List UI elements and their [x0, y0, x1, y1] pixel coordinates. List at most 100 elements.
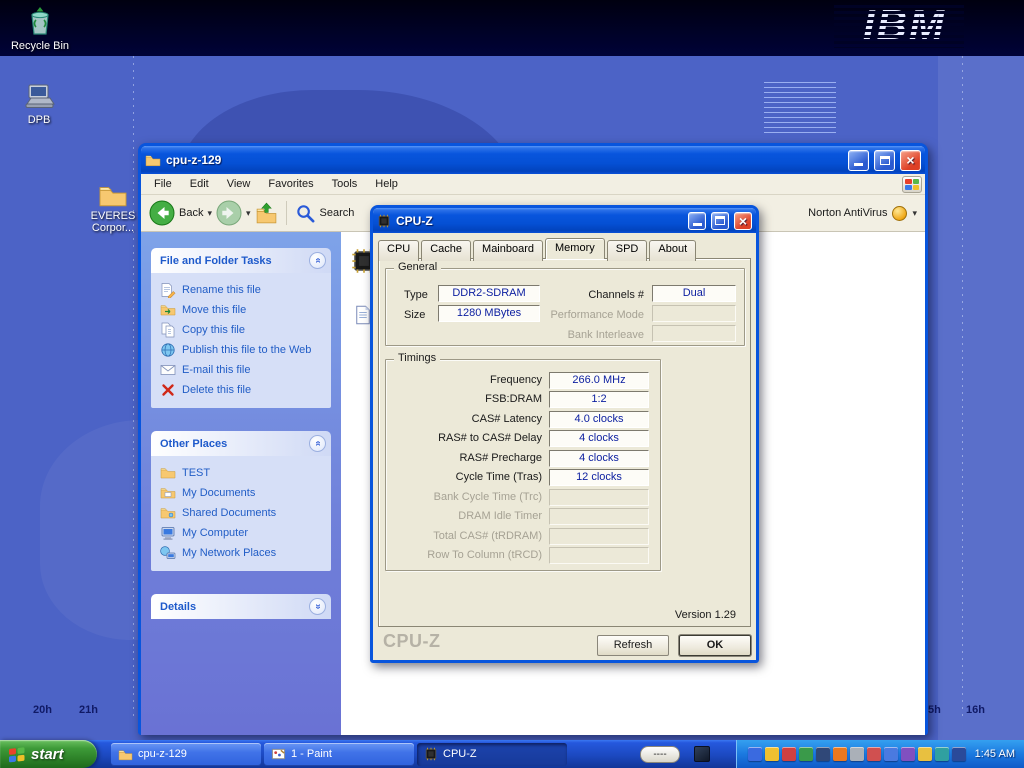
back-button[interactable]: Back ▾: [149, 200, 212, 226]
cpuz-window-title: CPU-Z: [396, 214, 433, 228]
collapse-button[interactable]: »: [309, 435, 326, 452]
minimize-button[interactable]: [688, 212, 706, 230]
timing-value-field: 4.0 clocks: [549, 411, 649, 428]
menu-file[interactable]: File: [145, 175, 181, 193]
norton-antivirus-button[interactable]: Norton AntiVirus ▾: [808, 206, 917, 221]
refresh-button[interactable]: Refresh: [597, 635, 669, 656]
tray-icon[interactable]: [918, 747, 932, 761]
forward-button[interactable]: ▾: [216, 200, 251, 226]
timing-label: Cycle Time (Tras): [394, 471, 542, 483]
cpuz-app-icon: [377, 214, 391, 228]
ibm-logo-stripes: [834, 2, 964, 48]
details-header[interactable]: Details »: [151, 594, 331, 619]
task-email-file[interactable]: E-mail this file: [160, 360, 327, 380]
network-places-icon: [160, 545, 176, 561]
email-icon: [160, 362, 176, 378]
task-label: Publish this file to the Web: [182, 344, 311, 356]
close-button[interactable]: ×: [900, 150, 921, 171]
maximize-button[interactable]: [711, 212, 729, 230]
taskbar-clock[interactable]: 1:45 AM: [975, 748, 1015, 760]
taskbar-task-paint[interactable]: 1 - Paint: [264, 743, 414, 766]
chevron-down-icon: »: [312, 604, 323, 610]
task-publish-file[interactable]: Publish this file to the Web: [160, 340, 327, 360]
tray-icon[interactable]: [799, 747, 813, 761]
task-copy-file[interactable]: Copy this file: [160, 320, 327, 340]
taskbar-task-cpuz[interactable]: CPU-Z: [417, 743, 567, 766]
collapse-button[interactable]: »: [309, 252, 326, 269]
place-my-network-places[interactable]: My Network Places: [160, 543, 327, 563]
tray-icon[interactable]: [833, 747, 847, 761]
menu-edit[interactable]: Edit: [181, 175, 218, 193]
tray-icon[interactable]: [782, 747, 796, 761]
tray-icon[interactable]: [867, 747, 881, 761]
file-and-folder-tasks-panel: File and Folder Tasks » Rename this file: [151, 248, 331, 408]
tray-icon[interactable]: [935, 747, 949, 761]
task-delete-file[interactable]: Delete this file: [160, 380, 327, 400]
taskbar-minimized-pill[interactable]: ----: [640, 746, 680, 763]
folder-icon: [145, 153, 161, 167]
menu-favorites[interactable]: Favorites: [259, 175, 322, 193]
timing-value-field: 4 clocks: [549, 450, 649, 467]
tab-spd[interactable]: SPD: [607, 240, 648, 261]
menu-tools[interactable]: Tools: [323, 175, 367, 193]
tray-icon[interactable]: [816, 747, 830, 761]
norton-label: Norton AntiVirus: [808, 207, 887, 219]
tray-icon[interactable]: [952, 747, 966, 761]
tab-memory[interactable]: Memory: [545, 238, 605, 259]
desktop-icon-recycle-bin[interactable]: Recycle Bin: [8, 4, 72, 52]
my-computer-icon: [160, 525, 176, 541]
ok-button[interactable]: OK: [679, 635, 751, 656]
tray-icon[interactable]: [765, 747, 779, 761]
taskbar-toolbar-icon[interactable]: [694, 746, 710, 762]
up-button[interactable]: [255, 202, 278, 225]
desktop-icon-everes[interactable]: EVERES Corpor...: [86, 182, 140, 234]
maximize-button[interactable]: [874, 150, 895, 171]
start-button[interactable]: start: [0, 740, 97, 768]
taskbar-task-explorer[interactable]: cpu-z-129: [111, 743, 261, 766]
tray-icon[interactable]: [748, 747, 762, 761]
tab-cache[interactable]: Cache: [421, 240, 471, 261]
timing-row: Row To Column (tRCD): [394, 547, 652, 565]
task-move-file[interactable]: Move this file: [160, 300, 327, 320]
minimize-button[interactable]: [848, 150, 869, 171]
tray-icon[interactable]: [884, 747, 898, 761]
windows-flag-icon: [8, 745, 26, 763]
chevron-up-icon: »: [312, 441, 323, 447]
copy-file-icon: [160, 322, 176, 338]
menu-view[interactable]: View: [218, 175, 260, 193]
performance-mode-label: Performance Mode: [550, 309, 644, 321]
tab-cpu[interactable]: CPU: [378, 240, 419, 261]
cpuz-watermark: CPU-Z: [383, 631, 441, 652]
place-test[interactable]: TEST: [160, 463, 327, 483]
timezone-label: 16h: [966, 704, 985, 716]
place-my-documents[interactable]: My Documents: [160, 483, 327, 503]
start-label: start: [31, 746, 64, 763]
desktop-icon-dpb[interactable]: DPB: [7, 82, 71, 126]
search-button[interactable]: Search: [295, 203, 355, 224]
menu-help[interactable]: Help: [366, 175, 407, 193]
other-places-header[interactable]: Other Places »: [151, 431, 331, 456]
explorer-menubar: File Edit View Favorites Tools Help: [141, 174, 925, 195]
timing-row: RAS# to CAS# Delay 4 clocks: [394, 430, 652, 448]
timing-label: Row To Column (tRCD): [394, 549, 542, 561]
tray-icon[interactable]: [850, 747, 864, 761]
panel-title: File and Folder Tasks: [160, 255, 272, 267]
place-my-computer[interactable]: My Computer: [160, 523, 327, 543]
tray-icon[interactable]: [901, 747, 915, 761]
desktop: 20h 21h 5h 16h IBM Recycle Bin DPB EVERE…: [0, 0, 1024, 768]
file-tasks-header[interactable]: File and Folder Tasks »: [151, 248, 331, 273]
place-label: My Network Places: [182, 547, 276, 559]
timing-label: Bank Cycle Time (Trc): [394, 491, 542, 503]
tab-mainboard[interactable]: Mainboard: [473, 240, 543, 261]
close-button[interactable]: ×: [734, 212, 752, 230]
place-shared-documents[interactable]: Shared Documents: [160, 503, 327, 523]
channels-label: Channels #: [588, 289, 644, 301]
expand-button[interactable]: »: [309, 598, 326, 615]
timezone-line: [962, 56, 963, 716]
chevron-down-icon: ▾: [246, 208, 251, 219]
tab-about[interactable]: About: [649, 240, 696, 261]
wallpaper-lines: [764, 82, 836, 136]
task-rename-file[interactable]: Rename this file: [160, 280, 327, 300]
folder-icon: [98, 182, 128, 208]
forward-icon: [216, 200, 242, 226]
